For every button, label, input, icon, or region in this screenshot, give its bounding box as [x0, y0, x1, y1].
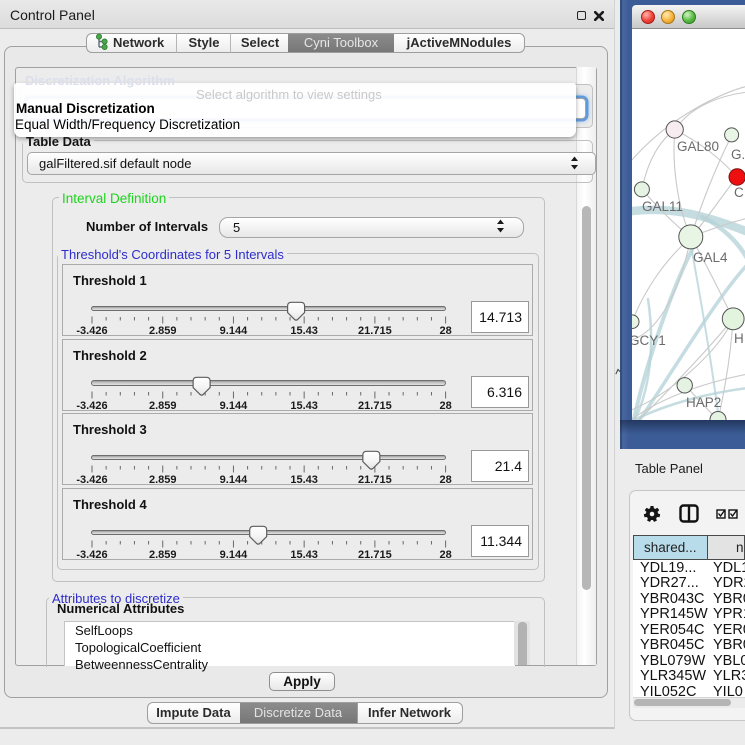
svg-text:GAL80: GAL80 [677, 139, 719, 154]
svg-text:GCY1: GCY1 [629, 333, 666, 348]
svg-text:HAP2: HAP2 [686, 395, 721, 410]
svg-text:G.: G. [731, 147, 745, 162]
svg-text:C: C [734, 185, 744, 200]
svg-text:GAL4: GAL4 [693, 250, 728, 265]
svg-text:GAL11: GAL11 [642, 199, 683, 214]
svg-text:H: H [734, 331, 744, 346]
